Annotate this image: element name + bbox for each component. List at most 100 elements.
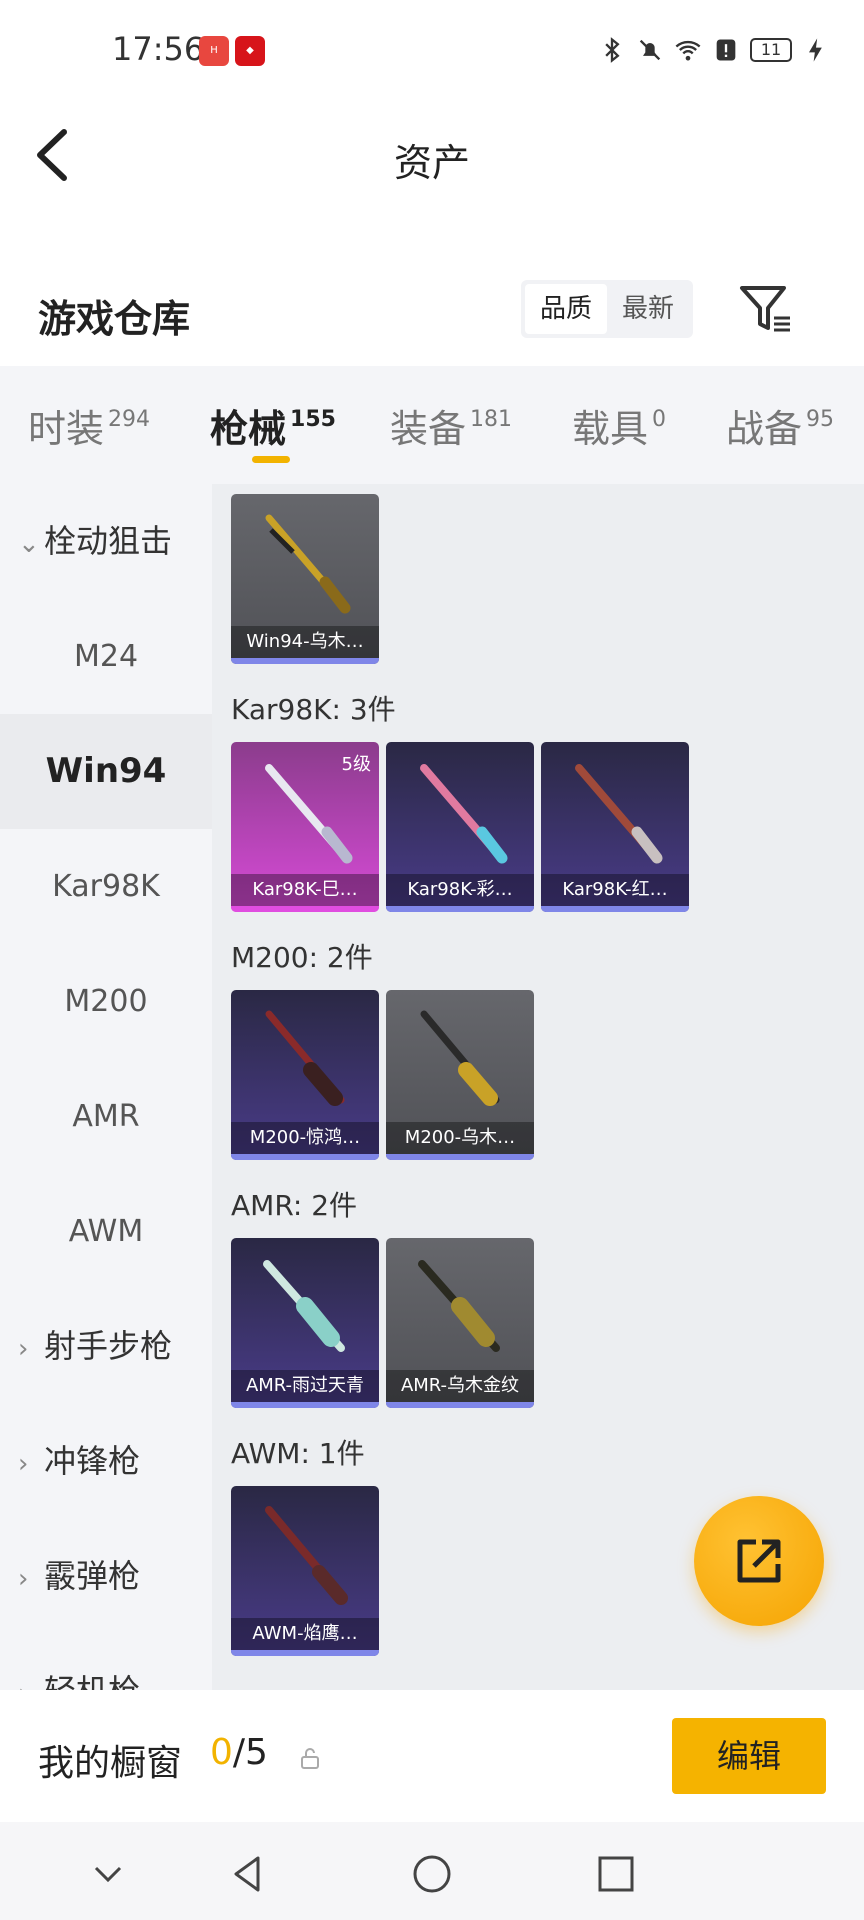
item-name: M200-乌木…	[386, 1122, 534, 1154]
tab-supplies[interactable]: 战备 95	[726, 398, 834, 453]
rarity-bar	[386, 906, 534, 912]
tab-fashion[interactable]: 时装 294	[28, 398, 150, 453]
tab-guns[interactable]: 枪械 155	[210, 398, 336, 453]
edit-button[interactable]: 编辑	[672, 1718, 826, 1794]
app-notification-icon: ◆	[235, 36, 265, 66]
sidebar-group-label: 栓动狙击	[44, 522, 173, 560]
chevron-right-icon: ›	[18, 1564, 29, 1594]
page-title: 资产	[393, 141, 470, 185]
tab-count: 181	[470, 407, 513, 432]
showcase-count: 0/5	[210, 1732, 268, 1773]
weapon-sidebar: ⌄ 栓动狙击 M24 Win94 Kar98K M200 AMR AWM › 射手步…	[0, 484, 212, 1710]
rarity-bar	[231, 1402, 379, 1408]
item-name: M200-惊鸿…	[231, 1122, 379, 1154]
alert-icon	[716, 39, 736, 61]
rifle-icon	[265, 514, 351, 614]
sidebar-group-label: 霰弹枪	[44, 1557, 141, 1595]
bluetooth-icon	[605, 37, 620, 63]
sidebar-group-label: 射手步枪	[44, 1327, 173, 1365]
wifi-icon	[675, 40, 701, 61]
item-name: AWM-焰鹰…	[231, 1618, 379, 1650]
sidebar-group-shotgun[interactable]: › 霰弹枪	[18, 1519, 140, 1634]
external-link-icon	[737, 1539, 781, 1583]
battery-icon: 11	[750, 38, 792, 62]
sort-quality-button[interactable]: 品质	[525, 284, 607, 334]
rarity-bar	[231, 1650, 379, 1656]
item-card[interactable]: Kar98K-彩…	[386, 742, 534, 912]
title-bar: 资产	[0, 100, 864, 210]
system-icons: 11	[598, 36, 830, 64]
rarity-bar	[231, 906, 379, 912]
sidebar-item-kar98k[interactable]: Kar98K	[0, 829, 212, 944]
sidebar-group-label: 冲锋枪	[44, 1442, 141, 1480]
tab-label: 装备	[390, 407, 467, 451]
lock-icon	[301, 1748, 319, 1769]
tab-count: 294	[108, 407, 151, 432]
mute-bell-icon	[639, 39, 661, 61]
group-label: Kar98K: 3件	[231, 693, 396, 726]
section-title: 游戏仓库	[38, 297, 191, 341]
filter-icon[interactable]	[738, 284, 792, 334]
showcase-label: 我的橱窗	[38, 1743, 183, 1784]
item-name: AMR-雨过天青	[231, 1370, 379, 1402]
item-card[interactable]: AWM-焰鹰…	[231, 1486, 379, 1656]
item-name: Kar98K-彩…	[386, 874, 534, 906]
rifle-icon	[265, 1506, 348, 1605]
rifle-icon	[575, 764, 663, 864]
group-label: M200: 2件	[231, 941, 373, 974]
sidebar-group-bolt-action[interactable]: ⌄ 栓动狙击	[18, 484, 172, 599]
item-name: Win94-乌木…	[231, 626, 379, 658]
group-label: AMR: 2件	[231, 1189, 358, 1222]
rifle-icon	[420, 1010, 500, 1106]
item-card[interactable]: M200-惊鸿…	[231, 990, 379, 1160]
group-label: AWM: 1件	[231, 1437, 365, 1470]
clock: 17:56	[112, 30, 205, 68]
rarity-bar	[386, 1402, 534, 1408]
rifle-icon	[265, 1010, 345, 1106]
charging-icon	[809, 38, 822, 62]
tab-vehicles[interactable]: 载具 0	[572, 398, 666, 453]
tab-active-indicator	[252, 456, 290, 463]
tab-label: 枪械	[210, 407, 287, 451]
app-notification-icon: H	[199, 36, 229, 66]
sidebar-group-marksman[interactable]: › 射手步枪	[18, 1289, 172, 1404]
tab-count: 0	[652, 407, 667, 432]
item-card[interactable]: M200-乌木…	[386, 990, 534, 1160]
item-card[interactable]: Win94-乌木…	[231, 494, 379, 664]
sidebar-group-smg[interactable]: › 冲锋枪	[18, 1404, 140, 1519]
rifle-icon	[263, 1260, 345, 1352]
sidebar-item-win94[interactable]: Win94	[0, 714, 212, 829]
item-card[interactable]: AMR-乌木金纹	[386, 1238, 534, 1408]
rarity-bar	[386, 1154, 534, 1160]
rarity-bar	[541, 906, 689, 912]
item-name: Kar98K-巳…	[231, 874, 379, 906]
nav-recents-icon[interactable]	[592, 1850, 640, 1898]
sort-newest-button[interactable]: 最新	[607, 284, 689, 334]
sidebar-item-m200[interactable]: M200	[0, 944, 212, 1059]
status-bar: 17:56 H ◆ 11	[0, 0, 864, 100]
sidebar-item-amr[interactable]: AMR	[0, 1059, 212, 1174]
showcase-count-current: 0	[210, 1732, 233, 1773]
tab-label: 载具	[572, 407, 649, 451]
item-card[interactable]: 5级 Kar98K-巳…	[231, 742, 379, 912]
nav-home-icon[interactable]	[408, 1850, 456, 1898]
tab-equipment[interactable]: 装备 181	[390, 398, 512, 453]
system-nav-bar	[0, 1822, 864, 1920]
item-card[interactable]: Kar98K-红…	[541, 742, 689, 912]
sidebar-item-m24[interactable]: M24	[0, 599, 212, 714]
share-fab-button[interactable]	[694, 1496, 824, 1626]
showcase-count-total: /5	[232, 1732, 268, 1773]
category-tabs: 时装 294 枪械 155 装备 181 载具 0 战备 95	[0, 366, 864, 484]
chevron-down-icon[interactable]	[84, 1850, 132, 1898]
sort-toggle: 品质 最新	[521, 280, 693, 338]
item-name: Kar98K-红…	[541, 874, 689, 906]
rarity-bar	[231, 658, 379, 664]
tab-label: 时装	[28, 407, 105, 451]
sidebar-item-awm[interactable]: AWM	[0, 1174, 212, 1289]
tab-count: 95	[806, 407, 835, 432]
rifle-icon	[420, 764, 508, 864]
nav-back-icon[interactable]	[224, 1850, 272, 1898]
chevron-right-icon: ›	[18, 1334, 29, 1364]
chevron-right-icon: ›	[18, 1449, 29, 1479]
item-card[interactable]: AMR-雨过天青	[231, 1238, 379, 1408]
